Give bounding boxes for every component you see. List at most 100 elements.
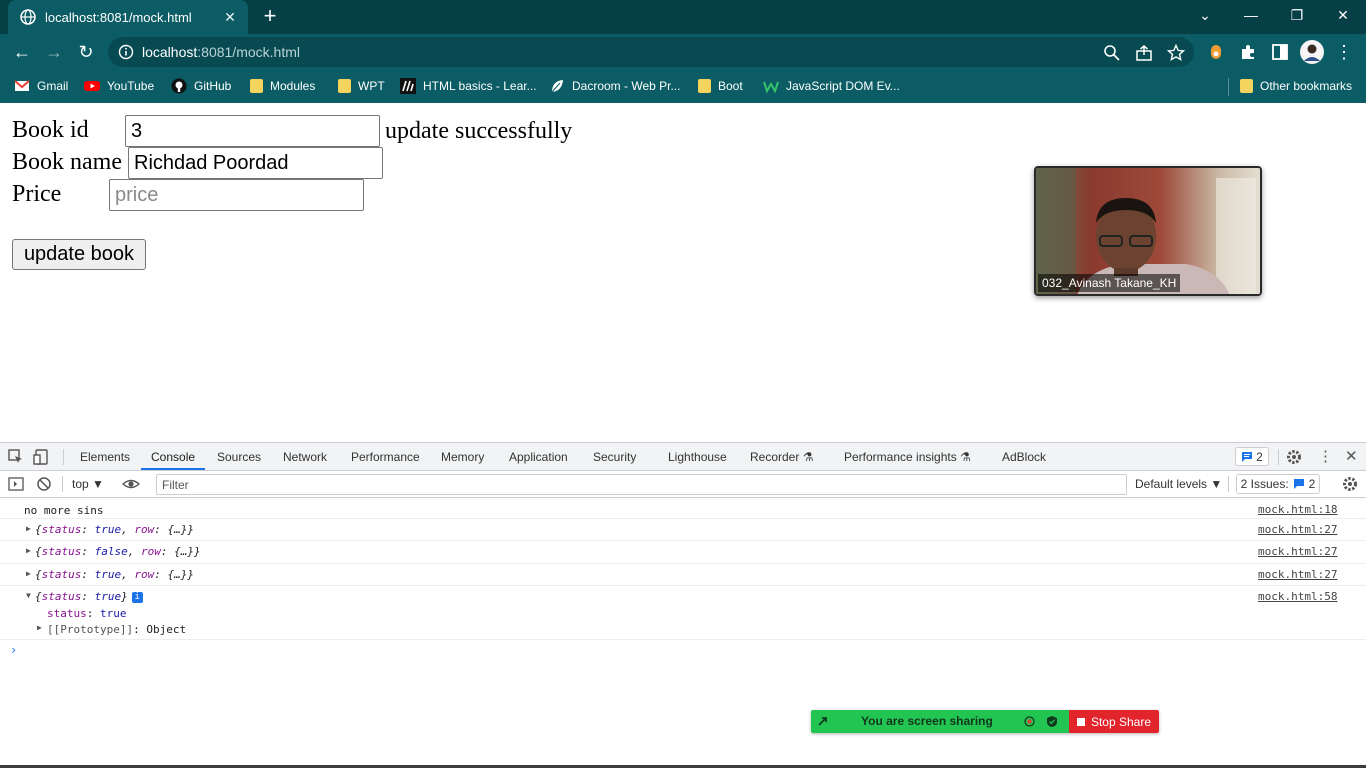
tab-performance-insights[interactable]: Performance insights ⚗ bbox=[844, 443, 971, 470]
profile-avatar[interactable] bbox=[1300, 40, 1324, 64]
tab-sources[interactable]: Sources bbox=[217, 443, 261, 470]
extensions-puzzle-icon[interactable] bbox=[1238, 42, 1258, 62]
bookmark-html-basics[interactable]: HTML basics - Lear... bbox=[400, 76, 537, 96]
record-icon[interactable] bbox=[1024, 716, 1035, 727]
bookmark-boot[interactable]: Boot bbox=[698, 76, 743, 96]
log-source-link[interactable]: mock.html:18 bbox=[1258, 503, 1337, 516]
share-icon[interactable] bbox=[1134, 43, 1154, 63]
share-status[interactable]: You are screen sharing bbox=[811, 710, 1069, 733]
chrome-menu-icon[interactable]: ⋮ bbox=[1332, 40, 1356, 64]
bookmark-modules[interactable]: Modules bbox=[250, 76, 315, 96]
console-settings-gear-icon[interactable] bbox=[1341, 475, 1359, 493]
book-id-input[interactable] bbox=[125, 115, 380, 147]
folder-icon bbox=[338, 79, 351, 93]
url-path: :8081/mock.html bbox=[197, 44, 300, 60]
github-icon bbox=[171, 78, 187, 94]
bookmarks-divider bbox=[1228, 78, 1229, 96]
window-close-icon[interactable]: ✕ bbox=[1328, 4, 1358, 26]
side-panel-icon[interactable] bbox=[1270, 42, 1290, 62]
forward-arrow-icon[interactable]: → bbox=[42, 40, 66, 64]
tab-recorder[interactable]: Recorder ⚗ bbox=[750, 443, 813, 470]
reload-icon[interactable]: ↻ bbox=[74, 40, 98, 64]
prototype-expand-icon[interactable]: ▶ bbox=[37, 623, 42, 632]
sidebar-toggle-icon[interactable] bbox=[7, 475, 25, 493]
tab-network[interactable]: Network bbox=[283, 443, 327, 470]
tab-security[interactable]: Security bbox=[593, 443, 636, 470]
bookmark-gmail[interactable]: Gmail bbox=[14, 76, 68, 96]
status-message: update successfully bbox=[385, 118, 573, 144]
tab-lighthouse[interactable]: Lighthouse bbox=[668, 443, 727, 470]
console-filter-input[interactable] bbox=[156, 474, 1127, 495]
browser-tab[interactable]: localhost:8081/mock.html ✕ bbox=[8, 0, 248, 34]
more-options-icon[interactable]: ⋮ bbox=[1318, 443, 1333, 470]
messages-badge[interactable]: 2 bbox=[1235, 447, 1269, 466]
console-message[interactable]: ▶ {status: true, row: {…}} mock.html:27 bbox=[0, 564, 1366, 586]
console-message[interactable]: ▶ {status: true, row: {…}} mock.html:27 bbox=[0, 519, 1366, 541]
log-object: {status: true} i bbox=[35, 590, 143, 603]
screen-share-bar: You are screen sharing Stop Share bbox=[811, 710, 1159, 733]
tab-elements[interactable]: Elements bbox=[80, 443, 130, 470]
bookmark-dacroom[interactable]: Dacroom - Web Pr... bbox=[549, 76, 680, 96]
tab-application[interactable]: Application bbox=[509, 443, 568, 470]
tab-close-icon[interactable]: ✕ bbox=[222, 9, 238, 26]
issues-button[interactable]: 2 Issues: 2 bbox=[1236, 474, 1320, 494]
bookmark-wpt[interactable]: WPT bbox=[338, 76, 385, 96]
expand-triangle-icon[interactable]: ▶ bbox=[26, 546, 31, 555]
bookmark-star-icon[interactable] bbox=[1166, 43, 1186, 63]
restore-icon[interactable]: ❐ bbox=[1282, 4, 1312, 26]
log-source-link[interactable]: mock.html:58 bbox=[1258, 590, 1337, 603]
context-selector[interactable]: top ▼ bbox=[72, 477, 104, 491]
console-message[interactable]: ▶ {status: false, row: {…}} mock.html:27 bbox=[0, 541, 1366, 564]
other-bookmarks[interactable]: Other bookmarks bbox=[1240, 76, 1352, 96]
site-info-icon[interactable] bbox=[118, 44, 134, 60]
collapse-triangle-icon[interactable]: ▼ bbox=[26, 591, 31, 600]
tab-search-chevron-icon[interactable]: ⌄ bbox=[1190, 4, 1220, 26]
expand-triangle-icon[interactable]: ▶ bbox=[26, 569, 31, 578]
update-book-button[interactable]: update book bbox=[12, 239, 146, 270]
eye-icon[interactable] bbox=[122, 475, 140, 493]
video-tile[interactable]: 032_Avinash Takane_KH bbox=[1034, 166, 1262, 296]
new-tab-button[interactable]: + bbox=[259, 5, 281, 27]
address-bar[interactable]: localhost:8081/mock.html bbox=[108, 37, 1194, 67]
bookmark-youtube[interactable]: YouTube bbox=[84, 76, 154, 96]
book-name-input[interactable] bbox=[128, 147, 383, 179]
drag-handle-icon[interactable] bbox=[817, 715, 829, 727]
back-arrow-icon[interactable]: ← bbox=[10, 40, 34, 64]
expand-triangle-icon[interactable]: ▶ bbox=[26, 524, 31, 533]
console-prompt-icon[interactable]: › bbox=[10, 643, 17, 657]
bookmark-label: JavaScript DOM Ev... bbox=[786, 79, 900, 93]
participant-name: 032_Avinash Takane_KH bbox=[1038, 274, 1181, 292]
inspect-element-icon[interactable] bbox=[7, 448, 25, 466]
bookmark-label: WPT bbox=[358, 79, 385, 93]
tab-divider bbox=[63, 449, 64, 465]
console-message-expanded[interactable]: ▼ {status: true} i mock.html:58 status: t… bbox=[0, 586, 1366, 640]
log-source-link[interactable]: mock.html:27 bbox=[1258, 545, 1337, 558]
zoom-icon[interactable] bbox=[1102, 43, 1122, 63]
clear-console-icon[interactable] bbox=[35, 475, 53, 493]
stop-share-button[interactable]: Stop Share bbox=[1069, 710, 1159, 733]
folder-icon bbox=[1240, 79, 1253, 93]
log-source-link[interactable]: mock.html:27 bbox=[1258, 523, 1337, 536]
tab-adblock[interactable]: AdBlock bbox=[1002, 443, 1046, 470]
tab-console[interactable]: Console bbox=[141, 443, 206, 470]
close-devtools-icon[interactable]: ✕ bbox=[1345, 443, 1358, 470]
extension-orange-icon[interactable] bbox=[1206, 42, 1226, 62]
tab-memory[interactable]: Memory bbox=[441, 443, 484, 470]
device-toolbar-icon[interactable] bbox=[33, 448, 51, 466]
info-icon: i bbox=[131, 592, 143, 603]
shield-icon[interactable] bbox=[1046, 715, 1058, 728]
log-source-link[interactable]: mock.html:27 bbox=[1258, 568, 1337, 581]
settings-gear-icon[interactable] bbox=[1285, 448, 1303, 466]
log-levels-dropdown[interactable]: Default levels ▼ bbox=[1135, 477, 1222, 491]
minimize-icon[interactable]: — bbox=[1236, 4, 1266, 26]
bookmark-label: GitHub bbox=[194, 79, 232, 93]
mdn-icon bbox=[400, 78, 416, 94]
screen: localhost:8081/mock.html ✕ + ⌄ — ❐ ✕ ← →… bbox=[0, 0, 1366, 768]
w-icon bbox=[763, 81, 779, 94]
globe-icon bbox=[20, 9, 36, 25]
tab-title: localhost:8081/mock.html bbox=[45, 9, 192, 25]
tab-performance[interactable]: Performance bbox=[351, 443, 420, 470]
price-input[interactable] bbox=[109, 179, 364, 211]
bookmark-js-dom[interactable]: JavaScript DOM Ev... bbox=[763, 76, 900, 96]
bookmark-github[interactable]: GitHub bbox=[171, 76, 231, 96]
